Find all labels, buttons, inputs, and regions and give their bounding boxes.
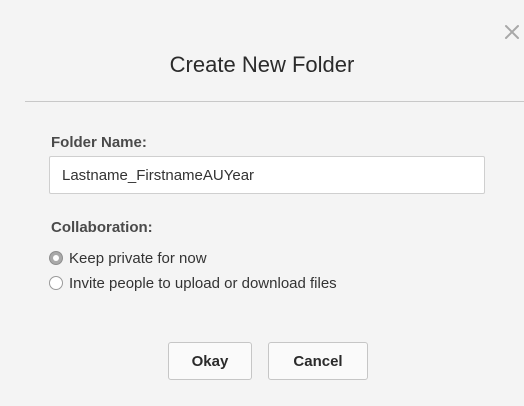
okay-button[interactable]: Okay [168, 342, 252, 380]
create-folder-dialog: Create New Folder Folder Name: Collabora… [0, 0, 524, 406]
folder-name-input[interactable] [49, 156, 485, 194]
close-icon [505, 25, 519, 39]
radio-invite-people[interactable]: Invite people to upload or download file… [49, 273, 337, 293]
dialog-title: Create New Folder [169, 52, 355, 77]
radio-selected-icon[interactable] [49, 251, 63, 265]
cancel-button[interactable]: Cancel [268, 342, 368, 380]
radio-unselected-icon[interactable] [49, 276, 63, 290]
title-divider [25, 101, 524, 102]
collaboration-label: Collaboration: [51, 219, 153, 236]
folder-name-label: Folder Name: [51, 134, 147, 151]
radio-invite-people-label: Invite people to upload or download file… [69, 274, 337, 292]
close-button[interactable] [501, 20, 523, 42]
radio-keep-private[interactable]: Keep private for now [49, 248, 207, 268]
radio-keep-private-label: Keep private for now [69, 249, 207, 267]
